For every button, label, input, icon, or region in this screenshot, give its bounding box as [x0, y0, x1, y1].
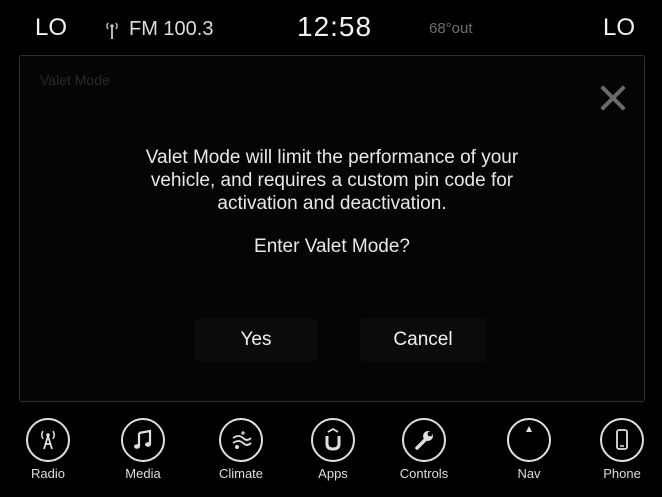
radio-station: FM 100.3: [129, 18, 214, 40]
nav-label: Radio: [31, 466, 65, 481]
nav-item-nav[interactable]: Nav: [489, 418, 569, 481]
nav-label: Climate: [218, 466, 264, 481]
outside-temp: 68°out: [429, 20, 473, 37]
left-temp-setting[interactable]: LO: [35, 14, 67, 42]
radio-status[interactable]: FM 100.3: [105, 18, 213, 41]
bottom-nav: Radio Media Climate Apps Controls Nav Ph…: [0, 410, 662, 497]
antenna-icon: [106, 22, 118, 39]
nav-label: Nav: [517, 466, 541, 481]
nav-label: Media: [125, 466, 161, 481]
nav-label: Apps: [318, 466, 348, 481]
phone-icon: [616, 429, 628, 450]
status-bar: LO FM 100.3 12:58 68°out LO: [0, 0, 662, 50]
yes-button[interactable]: Yes: [195, 318, 317, 362]
nav-item-media[interactable]: Media: [103, 418, 183, 481]
dialog-question: Enter Valet Mode?: [254, 236, 410, 257]
close-icon[interactable]: [599, 84, 627, 112]
nav-item-controls[interactable]: Controls: [384, 418, 464, 481]
nav-item-climate[interactable]: Climate: [201, 418, 281, 481]
message-line: activation and deactivation.: [217, 193, 447, 214]
message-line: vehicle, and requires a custom pin code …: [150, 170, 514, 191]
nav-item-apps[interactable]: Apps: [293, 418, 373, 481]
right-temp-setting[interactable]: LO: [603, 14, 635, 42]
media-icon: [134, 429, 152, 449]
nav-label: Phone: [603, 466, 641, 481]
clock: 12:58: [297, 11, 373, 42]
valet-mode-dialog: Valet Mode Valet Mode will limit the per…: [19, 55, 645, 402]
wrench-icon: [415, 431, 433, 450]
nav-item-phone[interactable]: Phone: [582, 418, 662, 481]
radio-icon: [41, 430, 55, 450]
dialog-message: Valet Mode will limit the performance of…: [100, 146, 564, 215]
nav-label: Controls: [399, 466, 449, 481]
nav-item-radio[interactable]: Radio: [8, 418, 88, 481]
compass-icon: [526, 426, 532, 432]
apps-icon: [325, 427, 341, 451]
message-line: Valet Mode will limit the performance of…: [145, 147, 519, 168]
cancel-button[interactable]: Cancel: [360, 318, 486, 362]
dialog-title: Valet Mode: [40, 72, 110, 88]
climate-icon: [232, 431, 252, 449]
